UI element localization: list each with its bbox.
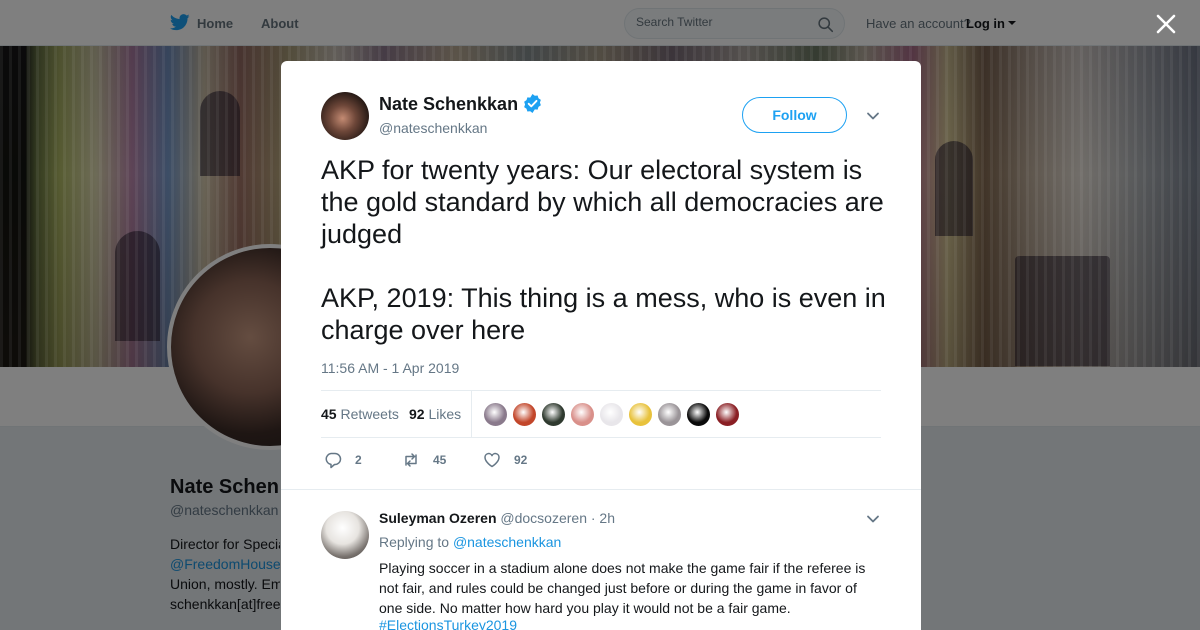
liker-avatar[interactable]	[628, 402, 653, 427]
reply-divider	[281, 489, 921, 490]
author-avatar[interactable]	[321, 92, 369, 140]
tweet-modal: Nate Schenkkan @nateschenkkan Follow AKP…	[281, 61, 921, 630]
close-icon[interactable]	[1154, 12, 1178, 36]
reply-icon	[325, 452, 342, 469]
follow-button[interactable]: Follow	[742, 97, 847, 133]
retweets-count: 45	[321, 406, 337, 422]
likes-count: 92	[409, 406, 425, 422]
likes-stat[interactable]: 92 Likes	[409, 406, 461, 422]
chevron-down-icon[interactable]	[866, 109, 880, 123]
retweets-stat[interactable]: 45 Retweets	[321, 406, 399, 422]
replying-to: Replying to @nateschenkkan	[379, 534, 561, 550]
tweet-timestamp[interactable]: 11:56 AM - 1 Apr 2019	[321, 360, 459, 376]
reply-author-avatar[interactable]	[321, 511, 369, 559]
liker-avatar[interactable]	[599, 402, 624, 427]
verified-badge-icon	[524, 94, 541, 113]
liker-avatar[interactable]	[483, 402, 508, 427]
tweet-text: AKP for twenty years: Our electoral syst…	[321, 155, 886, 345]
liker-avatar[interactable]	[541, 402, 566, 427]
liker-avatar[interactable]	[657, 402, 682, 427]
liker-avatar[interactable]	[512, 402, 537, 427]
liker-avatar[interactable]	[570, 402, 595, 427]
reply-header: Suleyman Ozeren @docsozeren · 2h	[379, 510, 615, 526]
reply-count: 2	[355, 453, 362, 467]
reply-time[interactable]: · 2h	[591, 510, 615, 526]
liker-avatar[interactable]	[686, 402, 711, 427]
chevron-down-icon[interactable]	[866, 512, 880, 526]
heart-icon	[484, 452, 500, 468]
replying-to-label: Replying to	[379, 534, 450, 550]
liker-avatar[interactable]	[715, 402, 740, 427]
reply-text: Playing soccer in a stadium alone does n…	[379, 560, 866, 616]
reply-author-name[interactable]: Suleyman Ozeren	[379, 510, 497, 526]
reply-hashtag[interactable]: #ElectionsTurkey2019	[379, 617, 517, 630]
retweets-label: Retweets	[340, 406, 399, 422]
replying-to-handle[interactable]: @nateschenkkan	[453, 534, 561, 550]
tweet-stats: 45 Retweets 92 Likes	[321, 390, 881, 438]
likes-label: Likes	[428, 406, 462, 422]
stats-divider	[471, 391, 472, 438]
retweet-icon	[405, 453, 417, 467]
author-name[interactable]: Nate Schenkkan	[379, 94, 518, 115]
retweet-count: 45	[433, 453, 447, 467]
reply-author-handle[interactable]: @docsozeren	[500, 510, 587, 526]
like-count: 92	[514, 453, 528, 467]
author-handle[interactable]: @nateschenkkan	[379, 120, 487, 136]
